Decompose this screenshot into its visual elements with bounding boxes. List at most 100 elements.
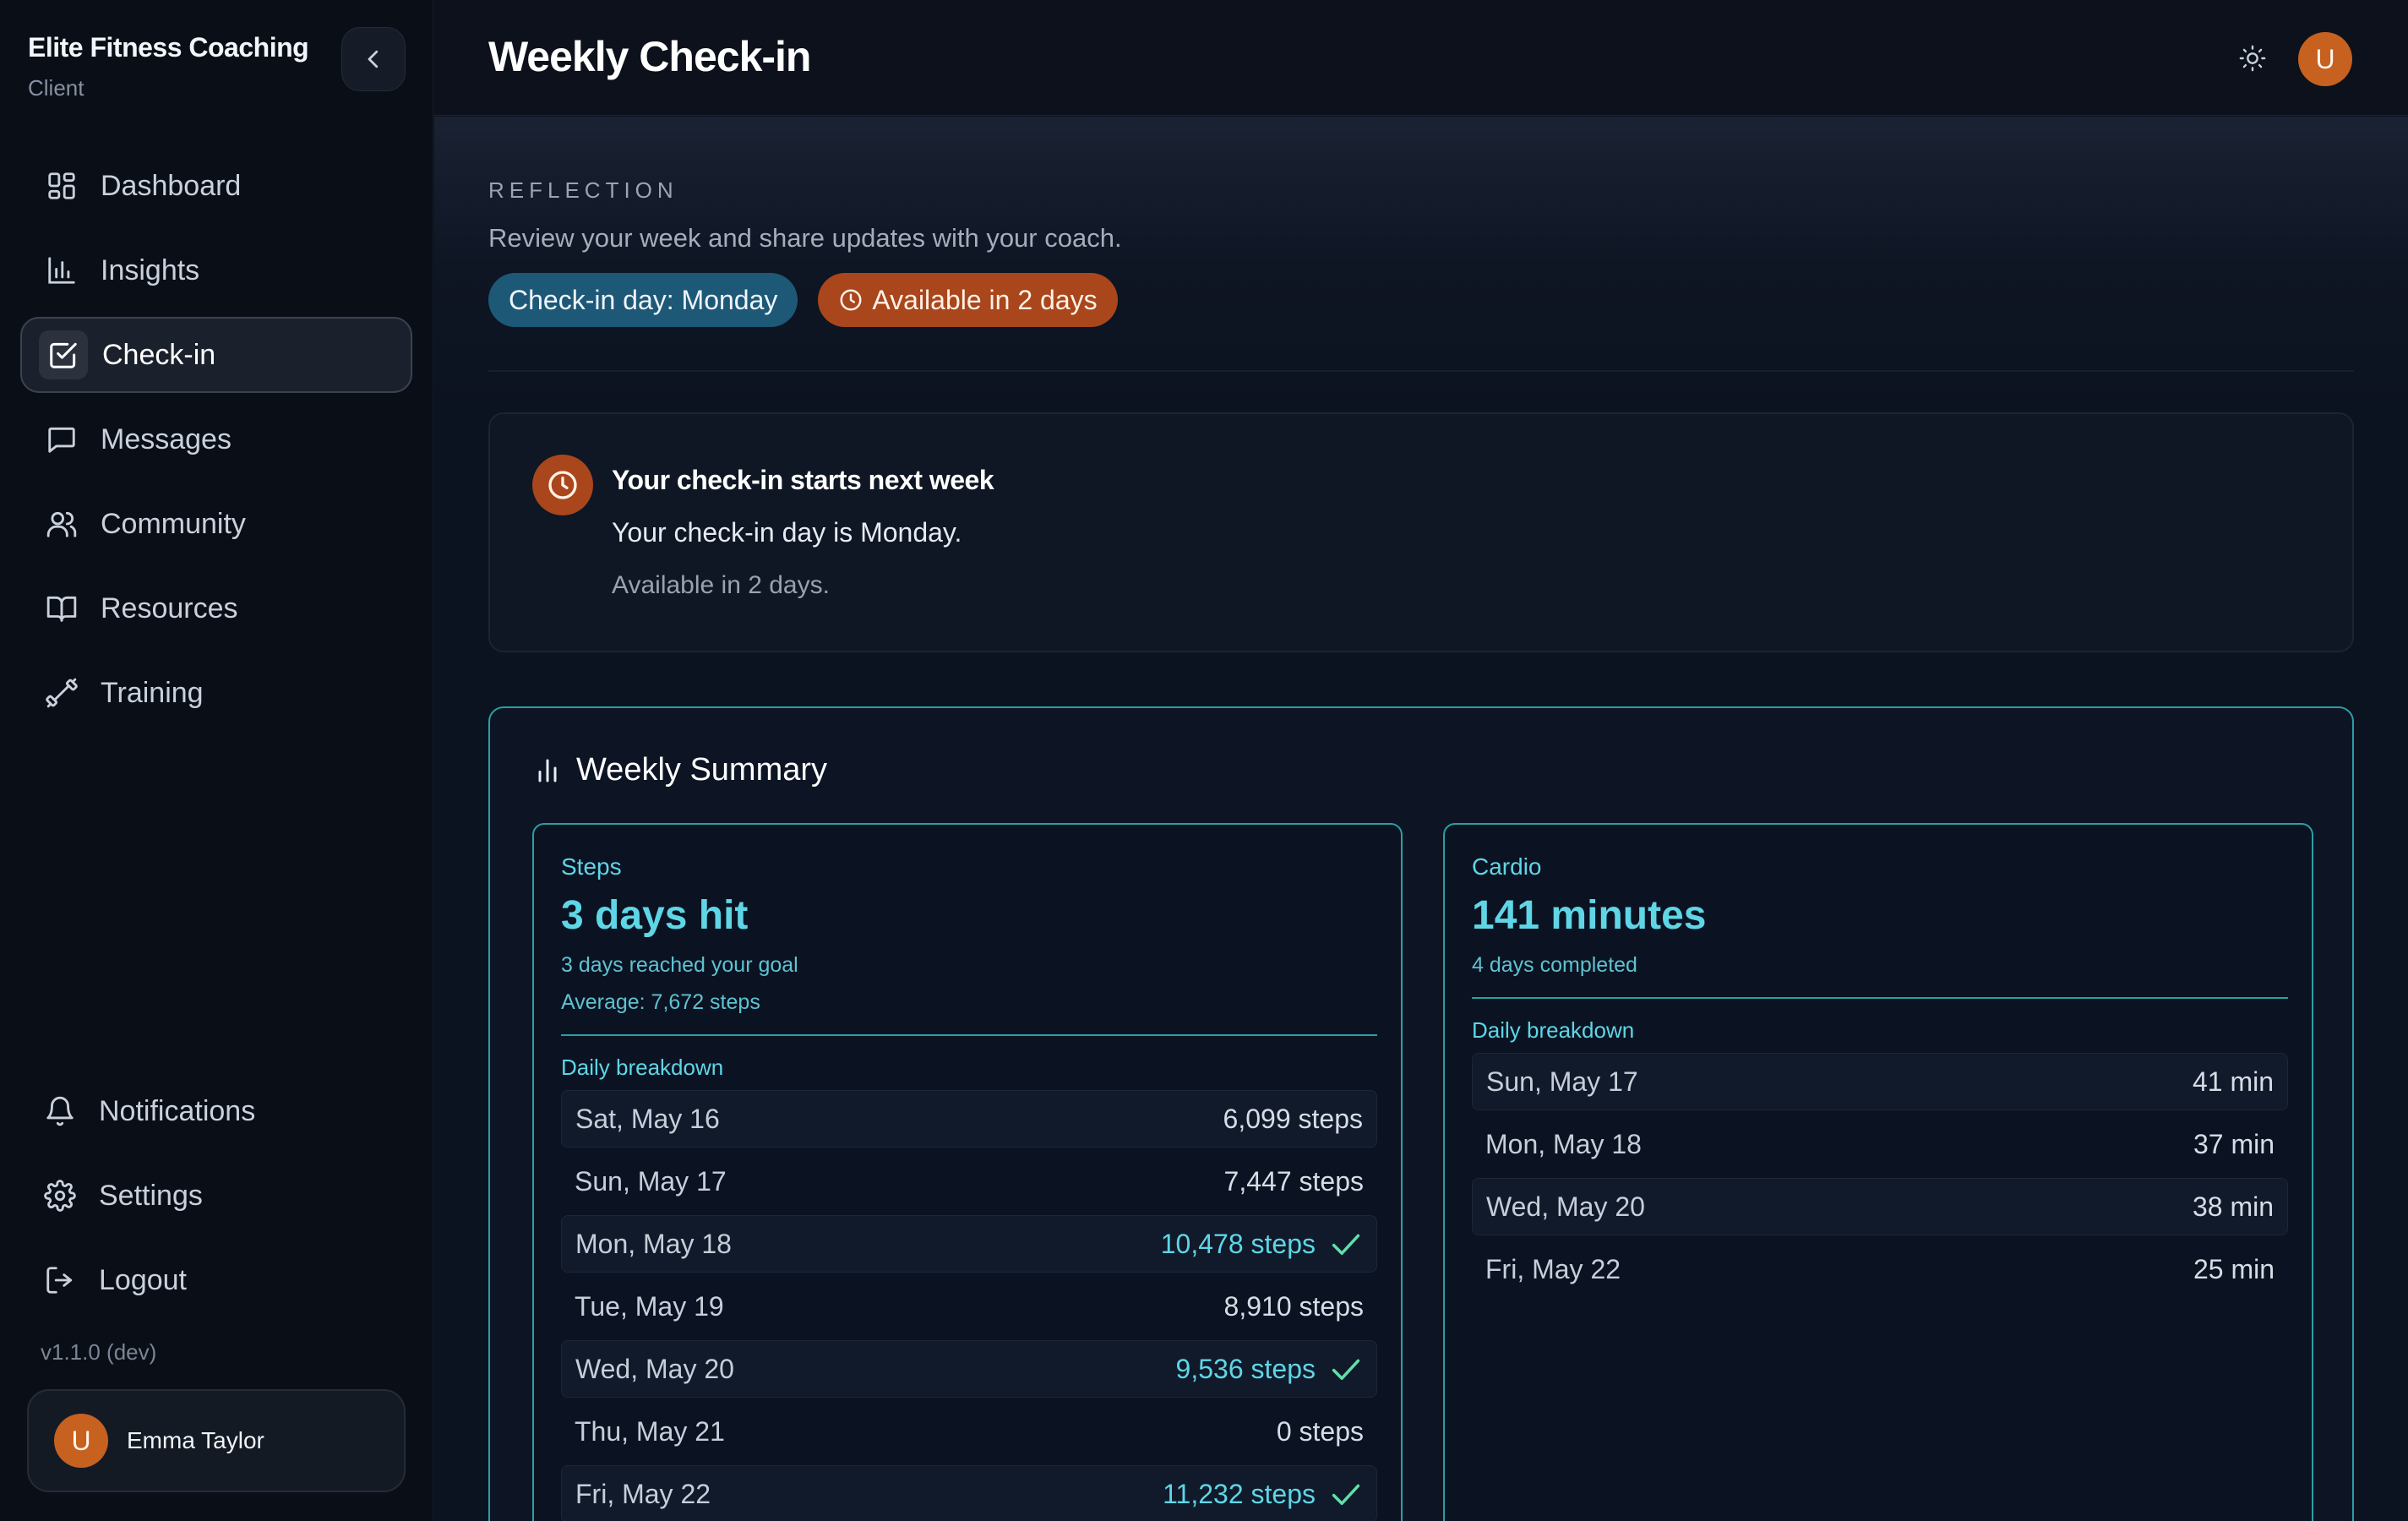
sidebar-item-community[interactable]: Community <box>20 486 412 562</box>
clock-icon <box>532 455 593 515</box>
row-value: 41 min <box>2192 1066 2274 1097</box>
row-value: 9,536 steps <box>1176 1354 1363 1385</box>
users-icon <box>42 504 81 543</box>
divider <box>561 1034 1377 1036</box>
row-value-text: 6,099 steps <box>1223 1103 1363 1134</box>
header-avatar[interactable]: U <box>2298 32 2352 86</box>
gear-icon <box>41 1176 79 1215</box>
main-content: REFLECTION Review your week and share up… <box>434 117 2408 1521</box>
avatar: U <box>54 1414 108 1468</box>
sidebar-item-insights[interactable]: Insights <box>20 232 412 308</box>
steps-value: 3 days hit <box>561 893 749 938</box>
sidebar-item-settings[interactable]: Settings <box>20 1158 412 1234</box>
brand: Elite Fitness Coaching Client <box>28 32 309 101</box>
page-title: Weekly Check-in <box>488 33 811 80</box>
availability-badge-label: Available in 2 days <box>872 284 1098 315</box>
steps-average-text: Average: 7,672 steps <box>561 990 760 1014</box>
cardio-card: Cardio 141 minutes 4 days completed Dail… <box>1443 823 2313 1521</box>
row-day: Fri, May 22 <box>575 1478 711 1509</box>
row-value: 0 steps <box>1277 1416 1364 1447</box>
section-description: Review your week and share updates with … <box>488 223 1122 253</box>
user-profile-card[interactable]: U Emma Taylor <box>27 1389 406 1492</box>
row-value-text: 0 steps <box>1276 1415 1364 1447</box>
sidebar-item-training[interactable]: Training <box>20 655 412 731</box>
user-name: Emma Taylor <box>127 1427 264 1453</box>
cardio-label: Cardio <box>1472 853 1542 880</box>
sidebar-item-messages[interactable]: Messages <box>20 401 412 477</box>
sidebar-item-label: Logout <box>99 1263 187 1296</box>
dashboard-icon <box>42 166 81 205</box>
row-value: 10,478 steps <box>1161 1229 1363 1260</box>
collapse-sidebar-button[interactable] <box>341 27 406 91</box>
app-version: v1.1.0 (dev) <box>41 1339 157 1365</box>
list-item: Sat, May 16 6,099 steps <box>561 1090 1377 1148</box>
row-value-text: 8,910 steps <box>1223 1290 1364 1322</box>
cardio-value: 141 minutes <box>1472 893 1707 938</box>
sidebar-item-label: Insights <box>101 254 200 286</box>
row-day: Tue, May 19 <box>575 1290 724 1322</box>
section-label: REFLECTION <box>488 177 678 203</box>
sun-icon <box>2239 45 2266 72</box>
divider <box>488 370 2354 372</box>
list-item: Mon, May 18 10,478 steps <box>561 1215 1377 1273</box>
sidebar-item-label: Notifications <box>99 1094 256 1127</box>
list-item: Wed, May 20 38 min <box>1472 1178 2288 1235</box>
brand-role: Client <box>28 75 84 101</box>
sidebar-item-label: Dashboard <box>101 169 242 202</box>
cardio-breakdown-list: Sun, May 17 41 min Mon, May 18 37 min We… <box>1472 1053 2288 1303</box>
row-day: Sat, May 16 <box>575 1103 720 1134</box>
logout-icon <box>41 1261 79 1300</box>
notice-title: Your check-in starts next week <box>612 465 994 495</box>
sidebar-item-label: Training <box>101 676 204 709</box>
row-day: Sun, May 17 <box>1486 1066 1638 1097</box>
row-day: Wed, May 20 <box>1486 1191 1645 1222</box>
sidebar-item-resources[interactable]: Resources <box>20 570 412 646</box>
steps-goal-text: 3 days reached your goal <box>561 953 798 977</box>
book-icon <box>42 589 81 628</box>
sidebar-item-label: Resources <box>101 592 238 624</box>
theme-toggle-button[interactable] <box>2231 37 2274 79</box>
weekly-summary-header: Weekly Summary <box>532 752 827 788</box>
check-in-notice: Your check-in starts next week Your chec… <box>488 412 2354 652</box>
row-value-text: 7,447 steps <box>1223 1165 1364 1197</box>
clock-icon <box>838 287 864 313</box>
status-chips: Check-in day: Monday Available in 2 days <box>488 273 1118 327</box>
steps-card: Steps 3 days hit 3 days reached your goa… <box>532 823 1403 1521</box>
row-day: Fri, May 22 <box>1485 1253 1621 1284</box>
row-day: Mon, May 18 <box>1485 1128 1642 1159</box>
chevron-left-icon <box>368 50 379 68</box>
cardio-breakdown-label: Daily breakdown <box>1472 1017 1635 1043</box>
steps-label: Steps <box>561 853 622 880</box>
row-value: 37 min <box>2193 1128 2275 1159</box>
list-item: Tue, May 19 8,910 steps <box>561 1278 1377 1335</box>
weekly-summary: Weekly Summary Steps 3 days hit 3 days r… <box>488 706 2354 1521</box>
row-value-text: 10,478 steps <box>1160 1228 1316 1259</box>
bar-chart-icon <box>538 759 557 782</box>
sidebar-item-label: Community <box>101 507 246 540</box>
row-value: 7,447 steps <box>1224 1166 1364 1197</box>
divider <box>1472 997 2288 999</box>
list-item: Fri, May 22 25 min <box>1472 1240 2288 1298</box>
row-day: Thu, May 21 <box>575 1415 725 1447</box>
list-item: Mon, May 18 37 min <box>1472 1115 2288 1173</box>
check-square-icon <box>39 330 88 379</box>
dumbbell-icon <box>42 673 81 712</box>
secondary-nav: Notifications Settings Logout <box>20 1073 412 1327</box>
sidebar-item-logout[interactable]: Logout <box>20 1242 412 1318</box>
brand-name: Elite Fitness Coaching <box>28 32 309 63</box>
list-item: Wed, May 20 9,536 steps <box>561 1340 1377 1398</box>
top-header: Weekly Check-in U <box>434 0 2408 116</box>
list-item: Sun, May 17 41 min <box>1472 1053 2288 1110</box>
check-icon <box>1329 1355 1363 1382</box>
sidebar-item-dashboard[interactable]: Dashboard <box>20 148 412 224</box>
sidebar-item-check-in[interactable]: Check-in <box>20 317 412 393</box>
row-day: Sun, May 17 <box>575 1165 727 1197</box>
row-value: 38 min <box>2192 1191 2274 1222</box>
row-day: Mon, May 18 <box>575 1228 732 1259</box>
main-nav: Dashboard Insights Check-in Messages Com… <box>20 148 412 739</box>
notice-message: Your check-in day is Monday. <box>612 517 962 548</box>
row-day: Wed, May 20 <box>575 1353 734 1384</box>
sidebar-item-label: Settings <box>99 1179 203 1212</box>
row-value-text: 11,232 steps <box>1163 1478 1316 1509</box>
sidebar-item-notifications[interactable]: Notifications <box>20 1073 412 1149</box>
